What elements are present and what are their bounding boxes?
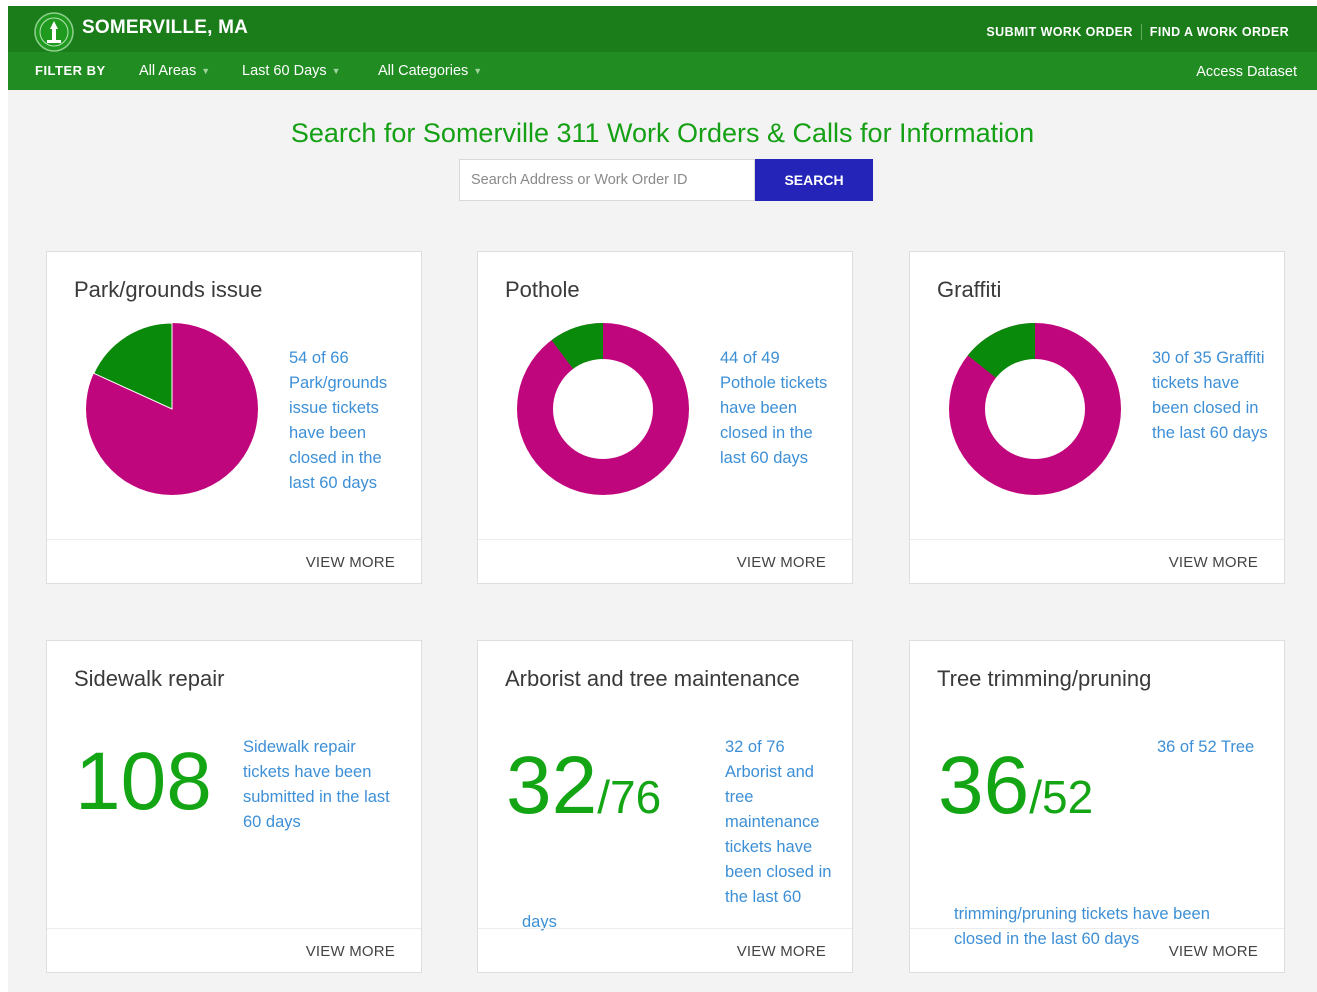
card-description: 54 of 66 Park/grounds issue tickets have… [289,349,388,492]
chevron-down-icon: ▼ [331,66,341,76]
card-footer: VIEW MORE [47,928,421,972]
card-footer: VIEW MORE [478,539,852,583]
search-button[interactable]: SEARCH [755,159,873,201]
view-more-link[interactable]: VIEW MORE [737,943,826,960]
area-filter-dropdown[interactable]: All Areas ▼ [139,63,210,79]
card-title: Sidewalk repair [74,666,225,691]
card-title: Pothole [505,277,580,302]
category-filter-label: All Categories [378,63,469,79]
filter-bar: FILTER BY All Areas ▼ Last 60 Days ▼ All… [8,52,1317,90]
card-title: Graffiti [937,277,1002,302]
search-input[interactable] [459,159,755,201]
donut-chart [517,323,689,495]
access-dataset-link[interactable]: Access Dataset [1196,64,1297,80]
card-description: 32 of 76 Arborist and tree maintenance t… [725,738,832,906]
search-form: SEARCH [459,159,873,201]
submit-work-order-link[interactable]: SUBMIT WORK ORDER [978,25,1140,39]
top-header: SOMERVILLE, MA SUBMIT WORK ORDER FIND A … [8,6,1317,52]
card-footer: VIEW MORE [478,928,852,972]
donut-hole [985,359,1085,459]
category-filter-dropdown[interactable]: All Categories ▼ [378,63,482,79]
top-nav: SUBMIT WORK ORDER FIND A WORK ORDER [978,24,1297,40]
total-count: /76 [597,771,662,823]
city-name[interactable]: SOMERVILLE, MA [82,17,248,39]
closed-count: 32 [506,740,598,831]
view-more-link[interactable]: VIEW MORE [737,554,826,571]
chevron-down-icon: ▼ [201,66,211,76]
chevron-down-icon: ▼ [473,66,483,76]
card-arborist: Arborist and tree maintenance 32/76 32 o… [477,640,853,973]
card-description: 30 of 35 Graffiti tickets have been clos… [1152,349,1268,442]
card-title: Tree trimming/pruning [937,666,1152,691]
card-footer: VIEW MORE [910,539,1284,583]
donut-chart [949,323,1121,495]
date-filter-label: Last 60 Days [242,63,327,79]
card-pothole: Pothole 44 of 49 Pothole tickets have be… [477,251,853,584]
filter-label: FILTER BY [35,63,106,78]
find-work-order-link[interactable]: FIND A WORK ORDER [1142,25,1297,39]
pie-chart [86,322,258,495]
page-title: Search for Somerville 311 Work Orders & … [290,118,1035,148]
card-park-grounds: Park/grounds issue 54 of 66 Park/grounds… [46,251,422,584]
card-description: Sidewalk repair tickets have been submit… [243,738,390,831]
closed-count: 36 [938,740,1030,831]
total-count: /52 [1029,771,1094,823]
card-title: Arborist and tree maintenance [505,666,800,691]
date-filter-dropdown[interactable]: Last 60 Days ▼ [242,63,341,79]
card-sidewalk-repair: Sidewalk repair 108 Sidewalk repair tick… [46,640,422,973]
card-footer: VIEW MORE [47,539,421,583]
donut-hole [553,359,653,459]
card-graffiti: Graffiti 30 of 35 Graffiti tickets have … [909,251,1285,584]
city-seal-icon[interactable] [34,12,74,52]
view-more-link[interactable]: VIEW MORE [306,943,395,960]
card-title: Park/grounds issue [74,277,263,302]
view-more-link[interactable]: VIEW MORE [306,554,395,571]
card-description: 44 of 49 Pothole tickets have been close… [720,349,828,467]
area-filter-label: All Areas [139,63,197,79]
ticket-count: 108 [75,736,212,827]
view-more-link[interactable]: VIEW MORE [1169,943,1258,960]
ticket-ratio: 32/76 [506,745,661,827]
card-footer: VIEW MORE [910,928,1284,972]
ticket-ratio: 36/52 [938,745,1093,827]
view-more-link[interactable]: VIEW MORE [1169,554,1258,571]
card-tree-trimming: Tree trimming/pruning 36/52 36 of 52 Tre… [909,640,1285,973]
card-description: 36 of 52 Tree [1157,738,1255,756]
page-frame: SOMERVILLE, MA SUBMIT WORK ORDER FIND A … [8,6,1317,992]
